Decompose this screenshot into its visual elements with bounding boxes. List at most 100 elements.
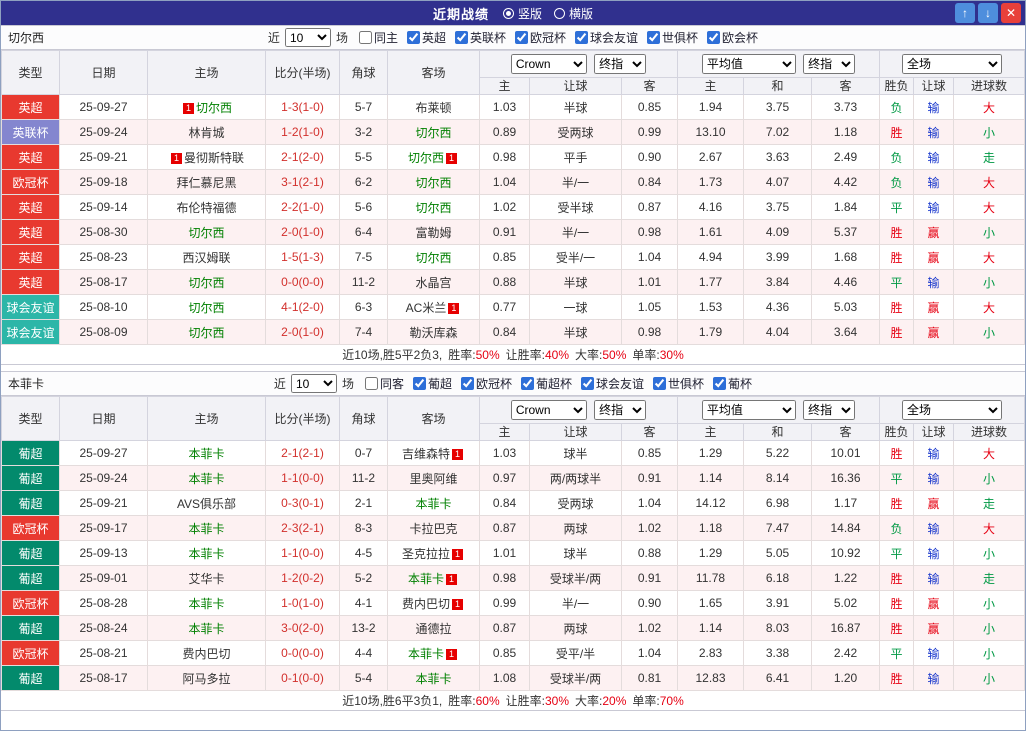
asian-odds-cell: 1.04	[621, 640, 678, 666]
euro-source-select[interactable]: 平均值	[701, 54, 796, 74]
filter-checkbox[interactable]	[521, 377, 534, 390]
away-team-cell: 本菲卡	[387, 665, 480, 691]
asian-odds-cell: 1.02	[621, 615, 678, 641]
scroll-down-button[interactable]: ↓	[978, 3, 998, 23]
filter-option[interactable]: 球会友谊	[581, 375, 644, 392]
euro-source-select[interactable]: 平均值	[701, 400, 796, 420]
team-label: AVS俱乐部	[176, 496, 237, 511]
odds-time-select[interactable]: 终指	[594, 400, 647, 420]
col-asian-home: 主	[479, 423, 530, 441]
red-card-badge: 1	[446, 648, 457, 660]
corner-cell: 4-4	[339, 640, 388, 666]
match-count-select[interactable]: 10	[290, 374, 337, 393]
result-cell: 负	[879, 144, 914, 170]
filter-checkbox[interactable]	[364, 377, 378, 390]
euro-odds-cell: 1.14	[677, 465, 744, 491]
team-label: 拜仁慕尼黑	[176, 175, 237, 190]
team-label: 曼彻斯特联	[183, 150, 244, 165]
match-date: 25-09-13	[59, 540, 148, 566]
away-team-cell: 费内巴切 1	[387, 590, 480, 616]
team-label: 切尔西	[415, 200, 452, 215]
euro-odds-cell: 3.99	[743, 244, 812, 270]
filter-checkbox[interactable]	[647, 31, 661, 44]
filter-checkbox[interactable]	[653, 377, 667, 390]
home-team-cell: 本菲卡	[147, 615, 266, 641]
team-label: 林肯城	[188, 125, 225, 140]
scope-select[interactable]: 全场	[902, 400, 1002, 420]
filter-option[interactable]: 世俱杯	[653, 375, 704, 392]
team-label: 西汉姆联	[182, 250, 231, 265]
odds-source-select[interactable]: Crown	[510, 54, 587, 74]
score-cell: 1-2(0-2)	[265, 565, 340, 591]
filter-option[interactable]: 欧冠杯	[515, 29, 566, 46]
match-count-select[interactable]: 10	[284, 28, 331, 47]
filter-checkbox[interactable]	[406, 31, 420, 44]
match-row: 英超 25-09-27 1 切尔西 1-3(1-0) 5-7 布莱顿 1.03 半球 0.85 1.…	[1, 94, 1025, 120]
filter-checkbox[interactable]	[707, 31, 721, 44]
summary-record: 近10场,胜6平3负1,	[342, 694, 443, 708]
odds-time-select[interactable]: 终指	[594, 54, 647, 74]
euro-odds-cell: 2.42	[811, 640, 880, 666]
euro-odds-cell: 12.83	[677, 665, 744, 691]
filter-option[interactable]: 欧冠杯	[460, 375, 512, 392]
away-team-cell: 本菲卡 1	[387, 565, 480, 591]
layout-radio-horizontal[interactable]: 横版	[554, 5, 593, 22]
red-card-badge: 1	[452, 548, 463, 560]
league-type-badge: 欧冠杯	[1, 169, 60, 195]
filter-checkbox[interactable]	[412, 377, 426, 390]
stat-value: 30%	[659, 348, 684, 362]
asian-odds-cell: 1.04	[621, 244, 678, 270]
filter-option[interactable]: 同主	[358, 29, 398, 46]
odds-source-select[interactable]: Crown	[510, 400, 587, 420]
filter-checkbox[interactable]	[713, 377, 727, 390]
radio-unselected-icon	[554, 7, 565, 19]
team-label: 卡拉巴克	[409, 521, 458, 536]
result-cell: 输	[913, 565, 954, 591]
filter-checkbox[interactable]	[581, 377, 595, 390]
filter-checkbox[interactable]	[358, 31, 372, 44]
euro-odds-cell: 1.18	[677, 515, 744, 541]
filter-option[interactable]: 同客	[364, 375, 404, 392]
euro-odds-cell: 1.22	[811, 565, 880, 591]
filter-option[interactable]: 英联杯	[454, 29, 506, 46]
score-cell: 2-0(1-0)	[265, 319, 340, 345]
stat-label: 让胜率:	[505, 694, 545, 708]
filter-option[interactable]: 葡超	[412, 375, 452, 392]
scope-select[interactable]: 全场	[902, 54, 1002, 74]
close-button[interactable]: ✕	[1001, 3, 1021, 23]
euro-odds-cell: 1.29	[677, 440, 744, 466]
match-row: 葡超 25-08-24 本菲卡 3-0(2-0) 13-2 通德拉 0.87 两球 1.02 1.…	[1, 615, 1025, 641]
filter-checkbox[interactable]	[454, 31, 468, 44]
euro-odds-cell: 10.92	[811, 540, 880, 566]
filter-option[interactable]: 欧会杯	[707, 29, 758, 46]
team-section: 切尔西 近 10 场 同主 英超 英联杯 欧冠杯 球会友谊 世俱杯 欧会杯 类型 日期 主场…	[1, 25, 1025, 365]
away-team-cell: 里奥阿维	[387, 465, 480, 491]
team-label: 布伦特福德	[176, 200, 237, 215]
away-team-cell: 勒沃库森	[387, 319, 480, 345]
euro-odds-cell: 4.94	[677, 244, 744, 270]
filter-option[interactable]: 葡杯	[713, 375, 752, 392]
euro-odds-cell: 1.94	[677, 94, 744, 120]
euro-time-select[interactable]: 终指	[803, 400, 856, 420]
filter-checkbox[interactable]	[575, 31, 589, 44]
euro-odds-cell: 5.03	[811, 294, 880, 320]
team-label: 勒沃库森	[409, 325, 458, 340]
scroll-up-button[interactable]: ↑	[955, 3, 975, 23]
filter-checkbox[interactable]	[460, 377, 474, 390]
filter-option[interactable]: 世俱杯	[647, 29, 698, 46]
layout-radio-vertical[interactable]: 竖版	[502, 5, 542, 22]
filter-checkbox[interactable]	[515, 31, 528, 44]
asian-odds-cell: 0.91	[621, 465, 678, 491]
filter-option[interactable]: 英超	[406, 29, 446, 46]
score-cell: 2-2(1-0)	[265, 194, 340, 220]
filter-option[interactable]: 球会友谊	[575, 29, 638, 46]
result-cell: 输	[913, 144, 954, 170]
filter-option[interactable]: 葡超杯	[521, 375, 572, 392]
match-date: 25-08-17	[59, 269, 148, 295]
euro-odds-header: 平均值 终指	[677, 396, 880, 424]
score-cell: 4-1(2-0)	[265, 294, 340, 320]
result-cell: 赢	[913, 294, 954, 320]
euro-time-select[interactable]: 终指	[803, 54, 856, 74]
euro-odds-cell: 16.36	[811, 465, 880, 491]
result-cell: 胜	[879, 244, 914, 270]
